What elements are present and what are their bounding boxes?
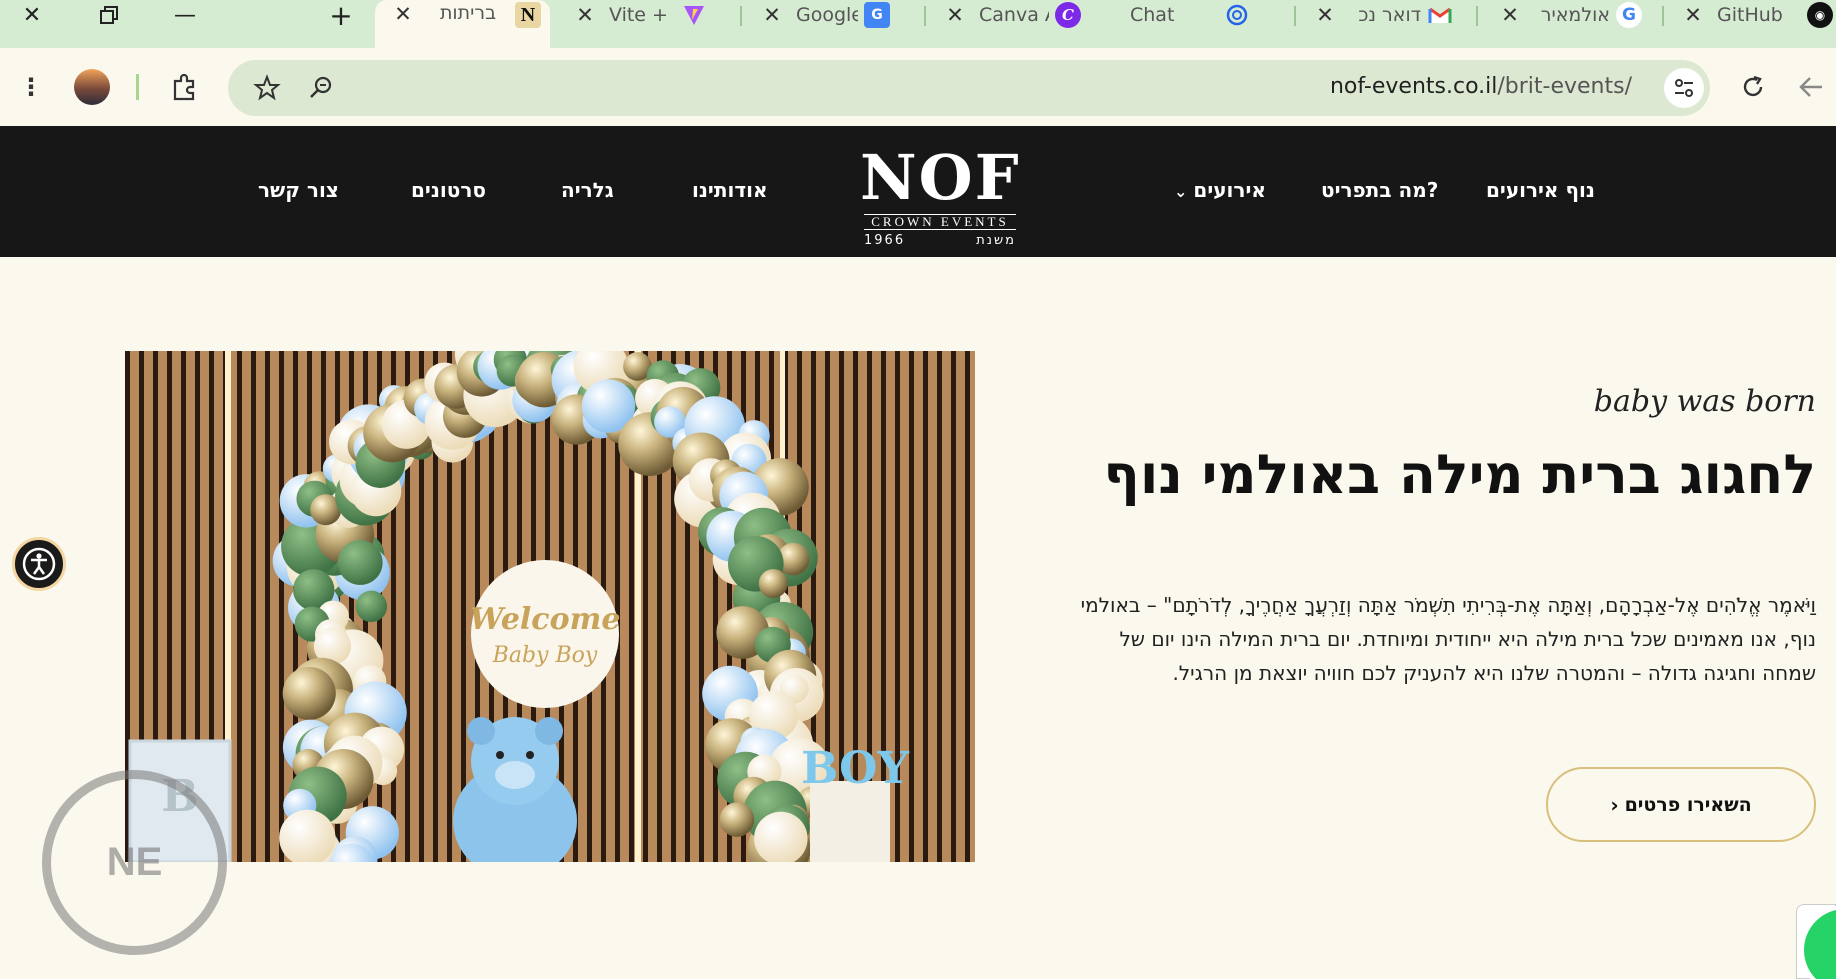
tab-github[interactable]: ✕ GitHub ◉ (1683, 0, 1836, 30)
window-restore-button[interactable] (80, 0, 138, 30)
menu-dots-icon[interactable]: ⋮ (18, 72, 44, 102)
tab-vite[interactable]: ✕ Vite + R (575, 0, 730, 30)
nav-about[interactable]: אודותינו (692, 178, 768, 202)
tab-title: Canva A (979, 4, 1049, 26)
tab-google-search[interactable]: ✕ אולמאיר G (1500, 0, 1650, 30)
boy-letters: BOY (801, 743, 909, 794)
leave-details-button[interactable]: השאירו פרטים ‹ (1546, 767, 1816, 842)
balloon (337, 540, 383, 585)
welcome-sign-line1: Welcome (470, 602, 621, 637)
google-translate-icon: G (864, 2, 890, 28)
cta-label: השאירו פרטים (1624, 793, 1752, 816)
welcome-sign-line2: Baby Boy (492, 643, 598, 668)
tab-separator (1294, 6, 1296, 26)
nav-gallery[interactable]: גלריה (561, 178, 614, 202)
gmail-icon (1427, 2, 1453, 28)
tab-title: בריתות (439, 2, 497, 24)
tab-close-icon[interactable]: ✕ (945, 3, 965, 27)
tab-close-icon[interactable]: ✕ (762, 3, 782, 27)
browser-toolbar: ⋮ nof-events.co.il/brit-events/ (0, 48, 1836, 126)
tab-title: דואר נכ (1358, 4, 1421, 26)
hero-photo: Welcome Baby Boy BOY B (125, 351, 975, 862)
new-tab-button[interactable]: + (312, 0, 370, 32)
nav-home[interactable]: נוף אירועים (1486, 178, 1595, 202)
chevron-down-icon: ⌄ (1174, 182, 1188, 201)
tab-gmail[interactable]: ✕ דואר נכ (1315, 0, 1465, 30)
balloon-arch-illustration: Welcome Baby Boy BOY B (125, 351, 975, 862)
site-settings-icon[interactable] (1664, 68, 1704, 108)
vite-icon (681, 2, 707, 28)
site-logo[interactable]: NOF CROWN EVENTS 1966 משנת (860, 141, 1021, 249)
restore-icon (100, 6, 118, 24)
chevron-left-icon: ‹ (1610, 792, 1619, 817)
tab-close-icon[interactable]: ✕ (1315, 3, 1335, 27)
tab-chat[interactable]: Chat (1130, 0, 1270, 30)
tab-title: Google (796, 4, 858, 26)
balloon (758, 569, 788, 599)
accessibility-button[interactable] (12, 537, 66, 591)
nav-events[interactable]: ⌄ אירועים (1174, 178, 1266, 202)
reload-icon[interactable] (1738, 72, 1768, 102)
logo-year: 1966 (864, 233, 906, 248)
certified-stamp-watermark: NE (42, 770, 227, 955)
tab-canva[interactable]: ✕ Canva A C (945, 0, 1095, 30)
bookmark-star-icon[interactable] (252, 73, 282, 103)
tab-strip: ✕ — + ✕ בריתות N ✕ Vite + R ✕ Google G ✕… (0, 0, 1836, 48)
balloon (282, 666, 336, 720)
back-arrow-icon[interactable] (1796, 72, 1826, 102)
zoom-lens-icon[interactable] (306, 73, 336, 103)
profile-avatar[interactable] (74, 69, 110, 105)
tab-separator (740, 6, 742, 26)
tab-britot[interactable]: ✕ בריתות N (375, 0, 550, 48)
window-minimize-button[interactable]: — (156, 0, 214, 30)
balloon (355, 590, 388, 623)
tab-separator (1662, 6, 1664, 26)
url-text[interactable]: nof-events.co.il/brit-events/ (1330, 74, 1632, 99)
nav-events-label: אירועים (1193, 178, 1266, 202)
hero-title: לחגוג ברית מילה באולמי נוף (1103, 443, 1816, 506)
tab-title: Chat (1130, 4, 1175, 26)
tab-title: Vite + R (609, 4, 675, 26)
canva-icon: C (1055, 2, 1081, 28)
nav-menu[interactable]: מה בתפריט? (1321, 178, 1438, 202)
tab-separator (1476, 6, 1478, 26)
nav-videos[interactable]: סרטונים (411, 178, 486, 202)
logo-year-row: 1966 משנת (864, 233, 1016, 248)
google-icon: G (1616, 2, 1642, 28)
tab-title: אולמאיר (1540, 4, 1610, 26)
url-path: /brit-events/ (1497, 74, 1632, 99)
logo-subtitle: CROWN EVENTS (864, 214, 1016, 230)
accessibility-icon (22, 547, 56, 581)
url-domain: nof-events.co.il (1329, 74, 1498, 99)
tab-close-icon[interactable]: ✕ (393, 2, 413, 26)
logo-since: משנת (976, 233, 1016, 248)
tab-google[interactable]: ✕ Google G (762, 0, 910, 30)
tab-close-icon[interactable]: ✕ (575, 3, 595, 27)
logo-wordmark: NOF (860, 141, 1021, 214)
toolbar-divider (136, 74, 139, 100)
hero-paragraph: וַיֹּאמֶר אֱלֹהִים אֶל-אַבְרָהָם, וְאַתָ… (1080, 593, 1816, 685)
tab-close-icon[interactable]: ✕ (1683, 3, 1703, 27)
hero-script-text: baby was born (1593, 384, 1816, 419)
chatgpt-icon (1224, 2, 1250, 28)
notion-icon: N (515, 2, 541, 28)
tab-title: GitHub (1717, 4, 1783, 26)
tab-separator (924, 6, 926, 26)
window-close-button[interactable]: ✕ (3, 0, 61, 30)
balloon (719, 802, 755, 837)
extensions-icon[interactable] (168, 70, 202, 104)
tab-close-icon[interactable]: ✕ (1500, 3, 1520, 27)
github-icon: ◉ (1807, 2, 1833, 28)
nav-contact[interactable]: צור קשר (258, 178, 339, 202)
address-bar[interactable]: nof-events.co.il/brit-events/ (228, 60, 1710, 116)
